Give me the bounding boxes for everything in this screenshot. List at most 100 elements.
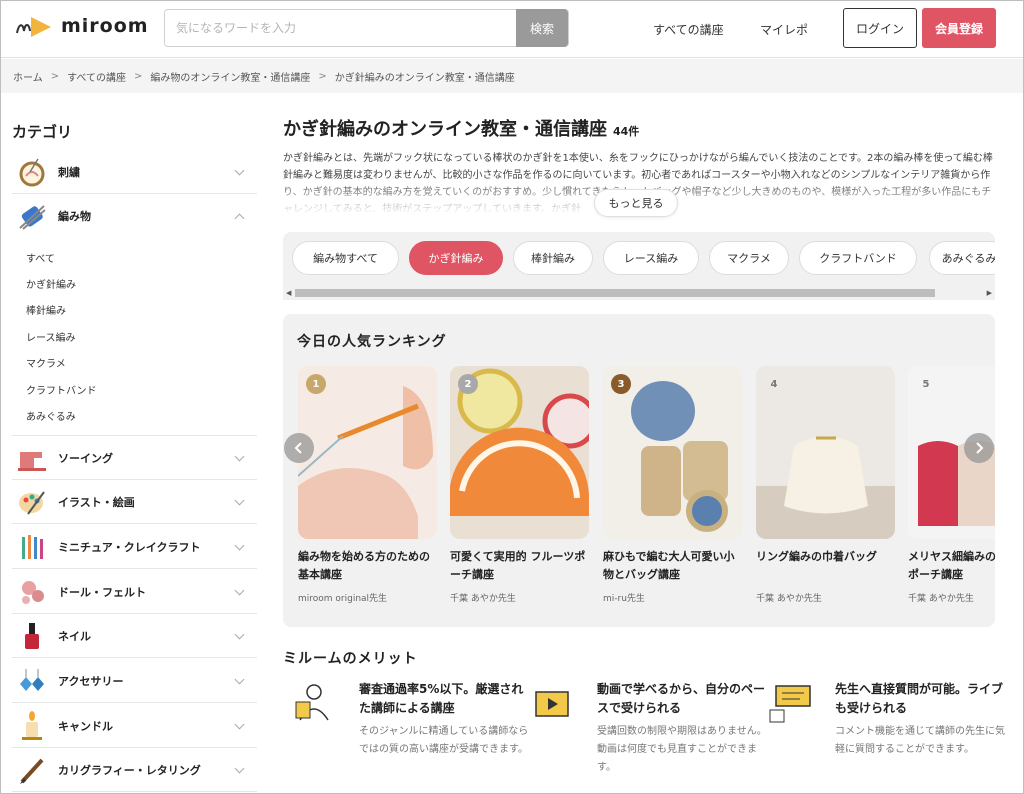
sidebar-item-label: ソーイング bbox=[58, 451, 113, 465]
merits-title: ミルームのメリット bbox=[283, 651, 418, 667]
tab-craft-band[interactable]: クラフトバンド bbox=[799, 241, 917, 275]
course-card[interactable]: 3 麻ひもで編む大人可愛い小物とバッグ講座 mi-ru先生 bbox=[603, 366, 742, 604]
sidebar-item-calligraphy[interactable]: カリグラフィー・レタリング bbox=[12, 748, 257, 792]
felt-doll-icon bbox=[16, 576, 48, 608]
course-thumbnail[interactable]: 3 bbox=[603, 366, 742, 539]
tab-knitting-all[interactable]: 編み物すべて bbox=[292, 241, 399, 275]
chat-question-icon bbox=[766, 680, 814, 728]
embroidery-hoop-icon bbox=[16, 156, 48, 188]
course-card[interactable]: 5 メリヤス細編みのポーチ講座 千葉 あやか先生 bbox=[908, 366, 995, 604]
chevron-down-icon bbox=[235, 167, 245, 177]
carousel-prev-button[interactable] bbox=[284, 433, 314, 463]
course-title[interactable]: メリヤス細編みのポーチ講座 bbox=[908, 548, 995, 584]
course-card[interactable]: 4 リング編みの巾着バッグ 千葉 あやか先生 bbox=[756, 366, 895, 604]
sidebar-subitem-amigurumi[interactable]: あみぐるみ bbox=[26, 408, 76, 423]
tab-lace[interactable]: レース編み bbox=[603, 241, 699, 275]
sidebar-item-nail[interactable]: ネイル bbox=[12, 614, 257, 658]
ranking-section: 今日の人気ランキング 1 編み物を始める方のための基本講座 miroom ori… bbox=[283, 314, 995, 627]
candle-icon bbox=[16, 710, 48, 742]
course-title[interactable]: 麻ひもで編む大人可愛い小物とバッグ講座 bbox=[603, 548, 742, 584]
search-button[interactable]: 検索 bbox=[516, 9, 568, 47]
sidebar-item-embroidery[interactable]: 刺繍 bbox=[12, 150, 257, 194]
page: miroom 検索 すべての講座 マイレポ ログイン 会員登録 ホーム > すべ… bbox=[0, 0, 1024, 794]
chevron-down-icon bbox=[235, 542, 245, 552]
sidebar-item-illustration[interactable]: イラスト・絵画 bbox=[12, 480, 257, 524]
logo-text: miroom bbox=[61, 15, 149, 37]
rank-badge: 2 bbox=[458, 374, 478, 394]
merit-body: そのジャンルに精通している講師ならではの質の高い講座が受講できます。 bbox=[359, 726, 529, 755]
course-card[interactable]: 1 編み物を始める方のための基本講座 miroom original先生 bbox=[298, 366, 437, 604]
page-title: かぎ針編みのオンライン教室・通信講座 44件 bbox=[283, 115, 639, 141]
chevron-down-icon bbox=[235, 497, 245, 507]
course-title[interactable]: リング編みの巾着バッグ bbox=[756, 548, 895, 584]
sidebar-item-doll-felt[interactable]: ドール・フェルト bbox=[12, 570, 257, 614]
ranking-title: 今日の人気ランキング bbox=[297, 334, 447, 350]
chevron-down-icon bbox=[235, 453, 245, 463]
sidebar-subitem-craft-band[interactable]: クラフトバンド bbox=[26, 382, 97, 397]
sidebar-item-label: ミニチュア・クレイクラフト bbox=[58, 540, 201, 554]
nav-all-courses[interactable]: すべての講座 bbox=[653, 21, 724, 38]
scroll-thumb[interactable] bbox=[295, 289, 935, 297]
breadcrumb-knitting[interactable]: 編み物のオンライン教室・通信講座 bbox=[150, 69, 310, 84]
sidebar-item-miniature[interactable]: ミニチュア・クレイクラフト bbox=[12, 525, 257, 569]
breadcrumb-separator: > bbox=[134, 70, 143, 82]
scroll-left-icon[interactable]: ◀ bbox=[286, 289, 291, 297]
paint-palette-icon bbox=[16, 486, 48, 518]
course-card[interactable]: 2 可愛くて実用的 フルーツポーチ講座 千葉 あやか先生 bbox=[450, 366, 589, 604]
search-input[interactable] bbox=[165, 10, 517, 46]
signup-button[interactable]: 会員登録 bbox=[922, 8, 996, 48]
sidebar-item-label: 編み物 bbox=[58, 210, 91, 223]
course-title[interactable]: 可愛くて実用的 フルーツポーチ講座 bbox=[450, 548, 589, 584]
site-header: miroom 検索 すべての講座 マイレポ ログイン 会員登録 bbox=[1, 1, 1023, 58]
course-title[interactable]: 編み物を始める方のための基本講座 bbox=[298, 548, 437, 584]
sidebar-item-label: ドール・フェルト bbox=[58, 585, 146, 599]
rank-badge: 4 bbox=[770, 378, 778, 390]
logo-mark-icon bbox=[15, 13, 55, 39]
sidebar-item-label: カリグラフィー・レタリング bbox=[58, 763, 201, 777]
tab-crochet[interactable]: かぎ針編み bbox=[409, 241, 503, 275]
login-button[interactable]: ログイン bbox=[843, 8, 917, 48]
merit-body: 受講回数の制限や期限はありません。動画は何度でも見直すことができます。 bbox=[597, 726, 767, 773]
search-box: 検索 bbox=[164, 9, 569, 47]
chevron-right-icon bbox=[976, 442, 984, 454]
sidebar-subitem-crochet[interactable]: かぎ針編み bbox=[26, 276, 76, 291]
sidebar-subitem-macrame[interactable]: マクラメ bbox=[26, 355, 66, 370]
sidebar-item-label: ネイル bbox=[58, 629, 91, 643]
breadcrumb-all-courses[interactable]: すべての講座 bbox=[67, 69, 126, 84]
carousel-next-button[interactable] bbox=[964, 433, 994, 463]
nav-my-report[interactable]: マイレポ bbox=[760, 21, 808, 38]
course-teacher: mi-ru先生 bbox=[603, 594, 645, 604]
sidebar-item-sewing[interactable]: ソーイング bbox=[12, 436, 257, 480]
course-thumbnail[interactable]: 2 bbox=[450, 366, 589, 539]
page-title-text: かぎ針編みのオンライン教室・通信講座 bbox=[283, 119, 607, 140]
course-teacher: miroom original先生 bbox=[298, 594, 388, 604]
sidebar-item-label: 刺繍 bbox=[58, 165, 80, 179]
merit-heading: 先生へ直接質問が可能。ライブも受けられる bbox=[835, 682, 1004, 715]
sidebar-item-candle[interactable]: キャンドル bbox=[12, 704, 257, 748]
course-thumbnail[interactable]: 4 bbox=[756, 366, 895, 539]
rank-badge: 3 bbox=[611, 374, 631, 394]
sidebar-subitem-lace[interactable]: レース編み bbox=[26, 329, 76, 344]
sewing-machine-icon bbox=[16, 442, 48, 474]
sidebar-subitem-all[interactable]: すべて bbox=[26, 250, 55, 265]
sidebar-item-accessory[interactable]: アクセサリー bbox=[12, 659, 257, 703]
tab-macrame[interactable]: マクラメ bbox=[709, 241, 789, 275]
breadcrumb-home[interactable]: ホーム bbox=[13, 69, 43, 84]
course-teacher: 千葉 あやか先生 bbox=[450, 594, 516, 604]
scroll-right-icon[interactable]: ▶ bbox=[987, 289, 992, 297]
course-thumbnail[interactable]: 1 bbox=[298, 366, 437, 539]
teacher-icon bbox=[290, 680, 338, 728]
chevron-up-icon bbox=[235, 211, 245, 221]
tabs-scrollbar[interactable]: ◀ ▶ bbox=[283, 286, 995, 300]
course-count: 44件 bbox=[613, 125, 640, 138]
rank-badge: 1 bbox=[306, 374, 326, 394]
chevron-down-icon bbox=[235, 765, 245, 775]
sidebar-subitem-bar-needle[interactable]: 棒針編み bbox=[26, 302, 66, 317]
read-more-button[interactable]: もっと見る bbox=[594, 189, 678, 217]
logo[interactable]: miroom bbox=[15, 13, 149, 39]
category-sidebar: カテゴリ 刺繍 編み物 すべて かぎ針編み 棒針編み レース編み マクラメ クラ… bbox=[1, 94, 259, 793]
tab-amigurumi[interactable]: あみぐるみ bbox=[929, 241, 995, 275]
merit-body: コメント機能を通じて講師の先生に気軽に質問することができます。 bbox=[835, 726, 1005, 755]
sidebar-item-knitting[interactable]: 編み物 bbox=[12, 194, 257, 238]
tab-bar-needle[interactable]: 棒針編み bbox=[513, 241, 593, 275]
